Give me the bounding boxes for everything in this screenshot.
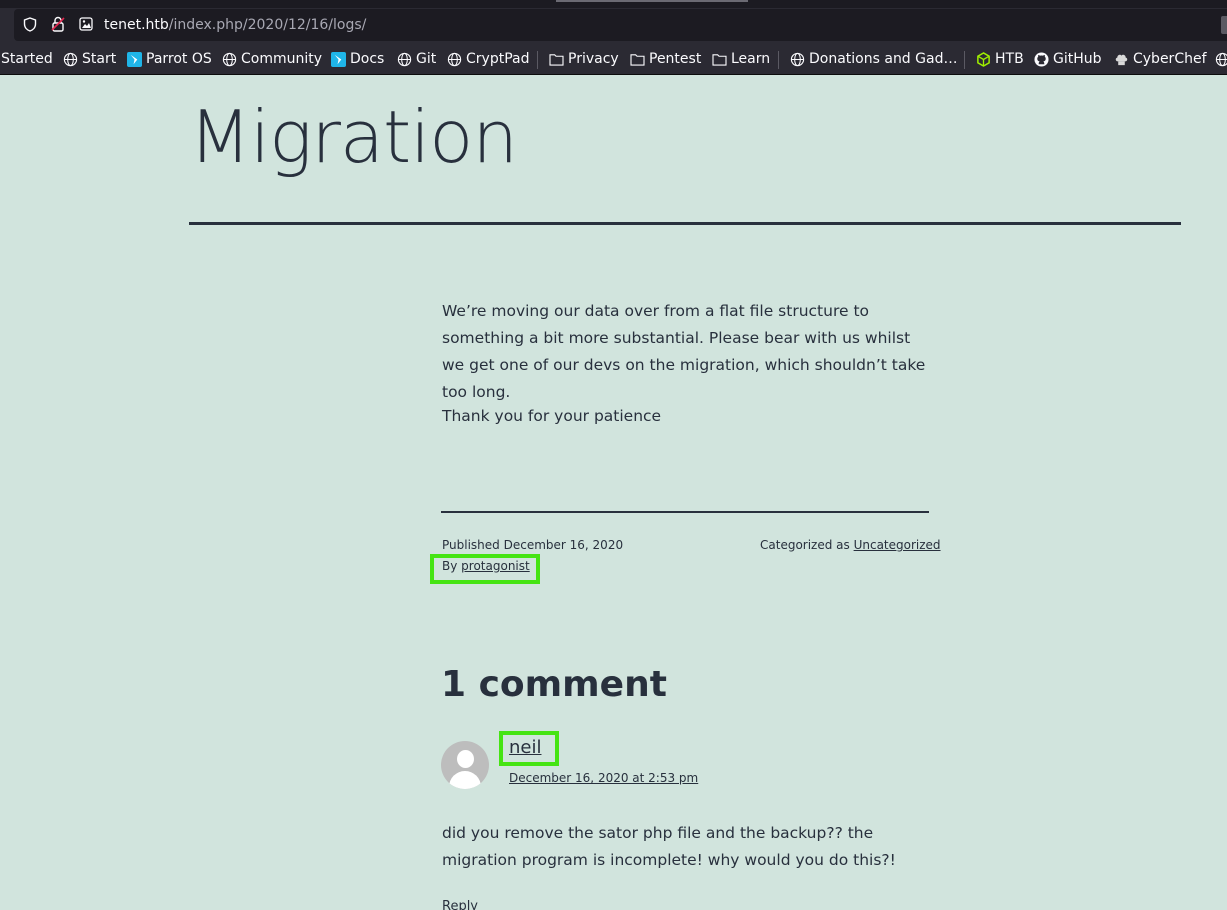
bookmark-community[interactable]: Community: [221, 43, 322, 75]
bookmark-label: CryptPad: [466, 51, 530, 67]
comment-body: did you remove the sator php file and th…: [442, 824, 896, 869]
avatar: [441, 741, 489, 789]
parrot-icon: [330, 51, 346, 67]
urlbar-button[interactable]: [1221, 16, 1227, 34]
entry-footer-divider: [441, 511, 929, 513]
bookmark-separator: [778, 51, 779, 69]
bookmark-label: Pentest: [649, 51, 702, 67]
categorized-label: Categorized as: [760, 538, 850, 552]
globe-icon: [446, 51, 462, 67]
bookmark-docs[interactable]: Docs: [330, 43, 384, 75]
bookmark-label: HTB: [995, 51, 1024, 67]
bookmark-label: Started: [1, 51, 53, 67]
reply-link[interactable]: Reply: [442, 898, 478, 910]
bookmark-donations[interactable]: Donations and Gad…: [789, 43, 957, 75]
bookmark-label: CyberChef: [1133, 51, 1207, 67]
bookmark-label: Learn: [731, 51, 771, 67]
posted-on: Published December 16, 2020: [442, 537, 623, 553]
bookmark-label: GitHub: [1053, 51, 1102, 67]
post-paragraph: We’re moving our data over from a flat f…: [442, 302, 926, 401]
bookmark-label: Privacy: [568, 51, 619, 67]
published-date: December 16, 2020: [503, 538, 624, 552]
insecure-lock-icon[interactable]: [50, 16, 66, 32]
bookmark-label: Git: [416, 51, 437, 67]
bookmark-label: Community: [241, 51, 323, 67]
page-title: Migration: [189, 95, 518, 179]
globe-icon: [62, 51, 78, 67]
bookmark-label: Start: [82, 51, 117, 67]
bookmark-github[interactable]: GitHub: [1033, 43, 1102, 75]
bookmark-label: Donations and Gad…: [809, 51, 958, 67]
bookmark-cryptpad[interactable]: CryptPad: [446, 43, 529, 75]
folder-icon: [629, 51, 645, 67]
bookmark-overflow[interactable]: [1214, 43, 1227, 75]
bookmark-started[interactable]: Started: [1, 43, 53, 75]
bookmark-label: Parrot OS: [146, 51, 212, 67]
category-link[interactable]: Uncategorized: [854, 538, 941, 552]
bookmarks-toolbar: Started Start Parrot OS Community Docs G…: [0, 43, 1227, 75]
cat-links: Categorized as Uncategorized: [760, 537, 941, 553]
htb-cube-icon: [975, 51, 991, 67]
globe-icon: [1214, 51, 1227, 67]
comments-title: 1 comment: [441, 664, 667, 705]
bookmark-cyberchef[interactable]: CyberChef: [1113, 43, 1207, 75]
shield-icon[interactable]: [22, 16, 38, 32]
url-host: tenet.htb: [104, 17, 169, 33]
post-paragraph: Thank you for your patience: [442, 407, 662, 425]
folder-icon: [711, 51, 727, 67]
bookmark-label: Docs: [350, 51, 385, 67]
bookmark-parrot-os[interactable]: Parrot OS: [126, 43, 212, 75]
bookmark-folder-pentest[interactable]: Pentest: [629, 43, 701, 75]
url-path: /index.php/2020/12/16/logs/: [168, 17, 367, 33]
bookmark-htb[interactable]: HTB: [975, 43, 1024, 75]
bookmark-folder-privacy[interactable]: Privacy: [548, 43, 619, 75]
chef-hat-icon: [1113, 51, 1129, 67]
page-image-icon[interactable]: [78, 16, 94, 32]
comment-date-link[interactable]: December 16, 2020 at 2:53 pm: [509, 770, 698, 786]
published-label: Published: [442, 538, 500, 552]
bookmark-separator: [537, 51, 538, 69]
author-highlight-box: [430, 554, 540, 584]
parrot-icon: [126, 51, 142, 67]
url-text[interactable]: tenet.htb/index.php/2020/12/16/logs/: [104, 16, 366, 34]
github-icon: [1033, 51, 1049, 67]
title-divider: [189, 222, 1181, 225]
bookmark-git[interactable]: Git: [396, 43, 436, 75]
globe-icon: [221, 51, 237, 67]
active-tab-indicator[interactable]: [556, 0, 748, 2]
bookmark-start[interactable]: Start: [62, 43, 116, 75]
folder-icon: [548, 51, 564, 67]
comment-author-highlight-box: [499, 731, 559, 766]
bookmark-folder-learn[interactable]: Learn: [711, 43, 770, 75]
browser-toolbar: tenet.htb/index.php/2020/12/16/logs/: [0, 0, 1227, 43]
globe-icon: [396, 51, 412, 67]
bookmark-separator: [964, 51, 965, 69]
globe-icon: [789, 51, 805, 67]
